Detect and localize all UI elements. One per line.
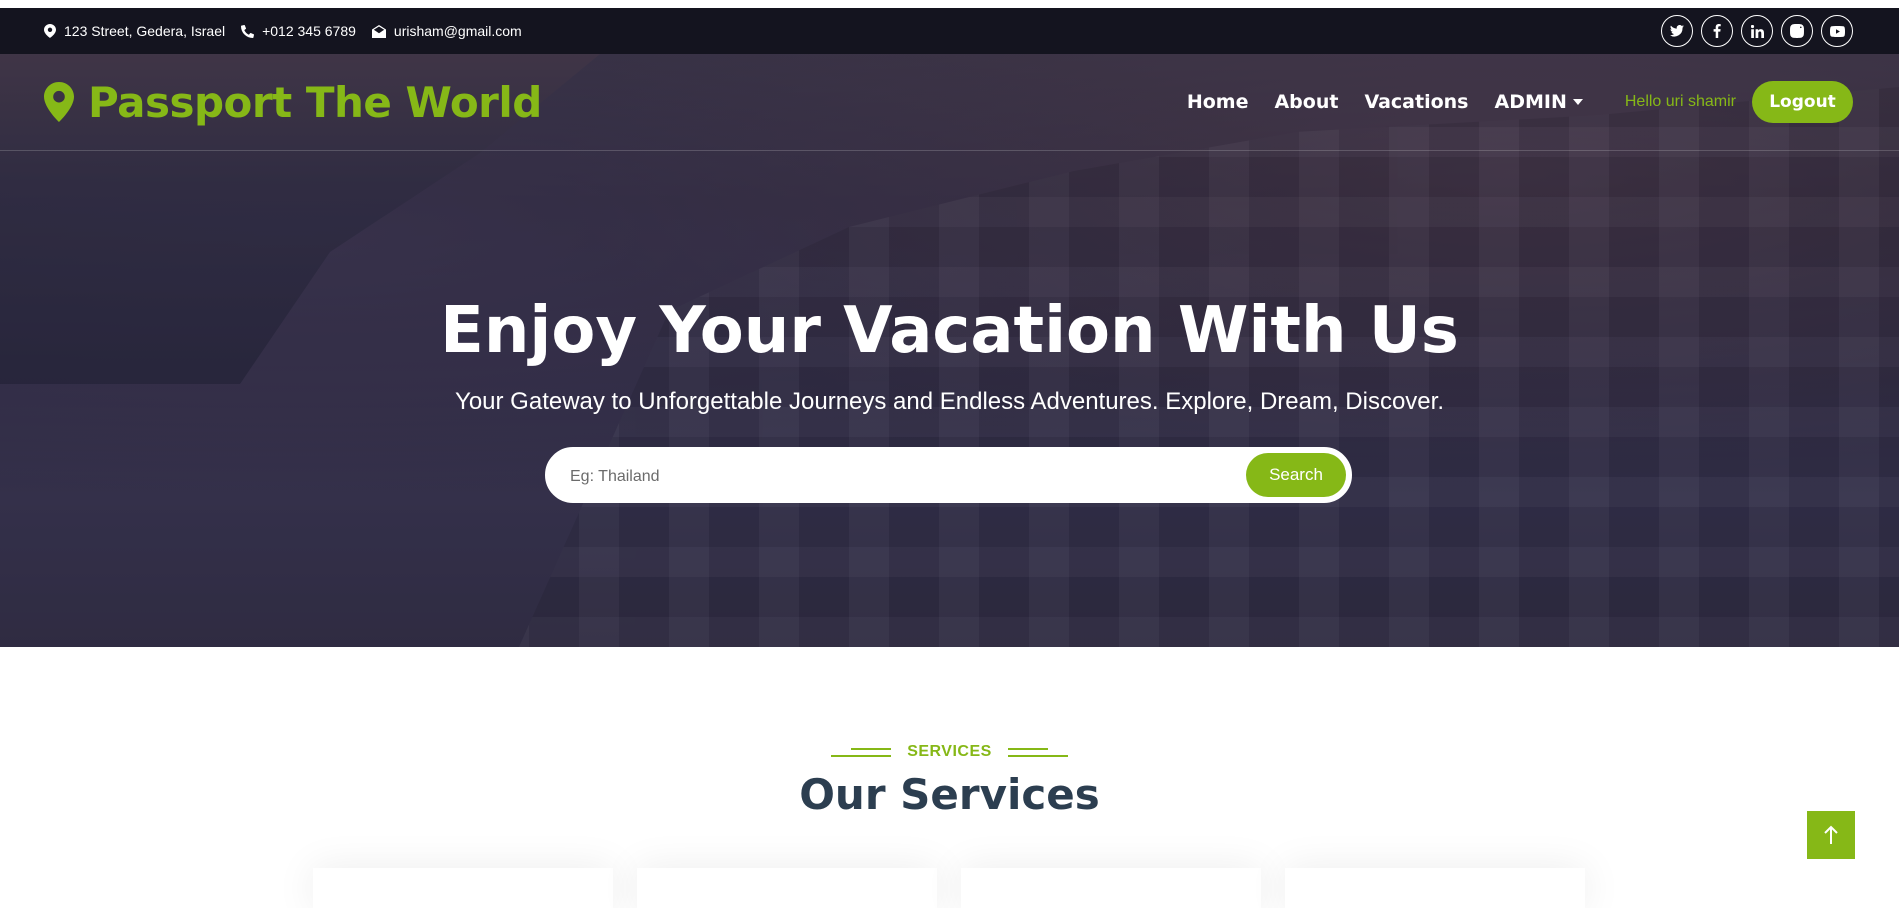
map-marker-icon: [44, 82, 74, 122]
contact-info: 123 Street, Gedera, Israel +012 345 6789…: [44, 23, 522, 39]
decorative-lines-left: [831, 747, 892, 757]
address-text: 123 Street, Gedera, Israel: [64, 23, 226, 39]
phone-icon: [241, 24, 255, 38]
nav-link-about[interactable]: About: [1274, 91, 1338, 113]
search-form: Search: [545, 447, 1352, 503]
back-to-top-button[interactable]: [1807, 811, 1855, 859]
main-navbar: Passport The World Home About Vacations …: [0, 54, 1899, 151]
nav-links: Home About Vacations ADMIN: [1187, 91, 1583, 113]
hero-section: Passport The World Home About Vacations …: [0, 54, 1899, 647]
caret-down-icon: [1572, 99, 1583, 105]
phone-text: +012 345 6789: [262, 23, 356, 39]
nav-link-vacations[interactable]: Vacations: [1364, 91, 1468, 113]
service-card[interactable]: [961, 868, 1261, 908]
email-item: urisham@gmail.com: [371, 23, 522, 39]
nav-link-home[interactable]: Home: [1187, 91, 1249, 113]
brand-name: Passport The World: [88, 77, 542, 127]
instagram-icon[interactable]: [1781, 15, 1813, 47]
linkedin-icon[interactable]: [1741, 15, 1773, 47]
service-card[interactable]: [637, 868, 937, 908]
phone-item: +012 345 6789: [241, 23, 356, 39]
youtube-icon[interactable]: [1821, 15, 1853, 47]
facebook-icon[interactable]: [1701, 15, 1733, 47]
service-card[interactable]: [313, 868, 613, 908]
map-marker-icon: [44, 24, 56, 38]
nav-right: Home About Vacations ADMIN Hello uri sha…: [1187, 81, 1853, 123]
twitter-icon[interactable]: [1661, 15, 1693, 47]
address-item: 123 Street, Gedera, Israel: [44, 23, 225, 39]
logout-button[interactable]: Logout: [1752, 81, 1853, 123]
hero-title: Enjoy Your Vacation With Us: [440, 294, 1459, 368]
services-title: Our Services: [799, 770, 1100, 819]
decorative-lines-right: [1007, 747, 1068, 757]
hero-subtitle: Your Gateway to Unforgettable Journeys a…: [455, 388, 1444, 415]
search-input[interactable]: [570, 463, 1210, 491]
email-text: urisham@gmail.com: [393, 23, 522, 39]
user-greeting: Hello uri shamir: [1624, 93, 1736, 110]
service-cards: [313, 868, 1585, 908]
nav-dropdown-admin[interactable]: ADMIN: [1495, 91, 1583, 113]
search-button[interactable]: Search: [1246, 453, 1346, 497]
service-card[interactable]: [1285, 868, 1585, 908]
top-bar: 123 Street, Gedera, Israel +012 345 6789…: [0, 8, 1899, 54]
arrow-up-icon: [1824, 825, 1838, 844]
brand-logo[interactable]: Passport The World: [44, 78, 542, 127]
nav-link-admin: ADMIN: [1494, 91, 1567, 113]
services-tag: SERVICES: [0, 743, 1899, 761]
envelope-open-icon: [371, 24, 386, 38]
social-links: [1661, 15, 1853, 47]
services-label: SERVICES: [907, 743, 992, 760]
